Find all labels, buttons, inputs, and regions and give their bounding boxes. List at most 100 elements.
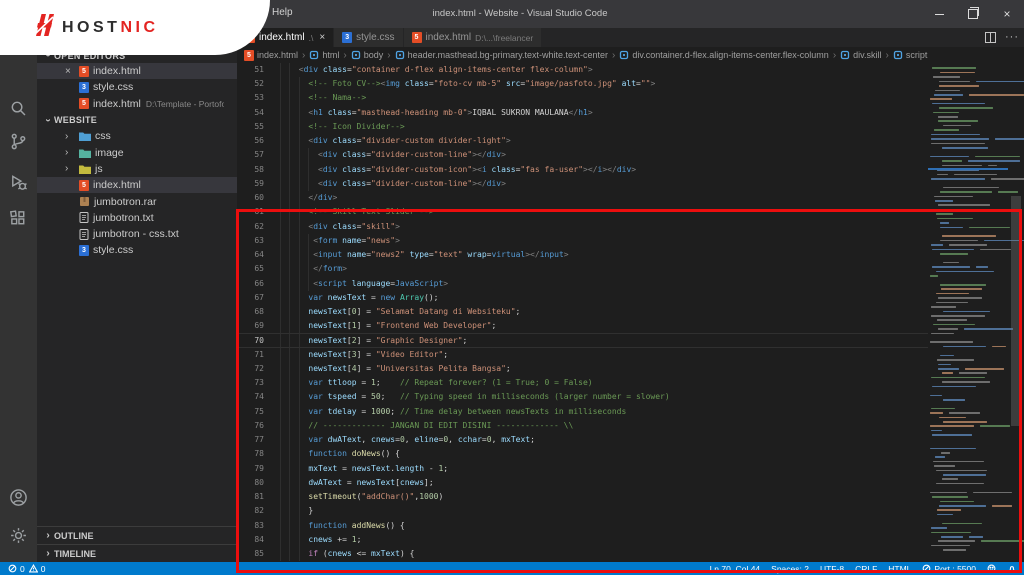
code-line-70[interactable]: 70 newsText[2] = "Graphic Designer"; xyxy=(237,333,928,348)
code-line-79[interactable]: 79 mxText = newsText.length - 1; xyxy=(237,461,928,476)
code-text: <div class="divider-custom-icon"><i clas… xyxy=(318,164,637,174)
code-line-83[interactable]: 83 function addNews() { xyxy=(237,518,928,533)
breadcrumb-item-div.skill[interactable]: div.skill xyxy=(840,50,882,60)
tab-index.html[interactable]: 5 index.html D:\...\freelancer xyxy=(403,28,543,47)
symbol-icon xyxy=(309,50,319,60)
outline-section-header[interactable]: › OUTLINE xyxy=(37,526,237,544)
code-line-65[interactable]: 65 </form> xyxy=(237,262,928,277)
status-bell[interactable] xyxy=(1007,564,1016,573)
restore-button[interactable] xyxy=(956,0,990,28)
code-line-69[interactable]: 69 newsText[1] = "Frontend Web Developer"… xyxy=(237,319,928,334)
file-item-jumbotron - css.txt[interactable]: jumbotron - css.txt xyxy=(37,226,237,242)
search-icon[interactable] xyxy=(9,99,28,118)
code-line-68[interactable]: 68 newsText[0] = "Selamat Datang di Websi… xyxy=(237,304,928,320)
breadcrumb-item-body[interactable]: body xyxy=(351,50,383,60)
code-line-60[interactable]: 60 </div> xyxy=(237,191,928,206)
code-line-56[interactable]: 56 <div class="divider-custom divider-lig… xyxy=(237,134,928,149)
settings-icon[interactable] xyxy=(9,526,28,545)
code-line-57[interactable]: 57 <div class="divider-custom-line"></div… xyxy=(237,148,928,163)
code-line-67[interactable]: 67 var newsText = new Array(); xyxy=(237,290,928,305)
status-crlf[interactable]: CRLF xyxy=(855,564,877,574)
status-ln-70-col-44[interactable]: Ln 70, Col 44 xyxy=(710,564,761,574)
status-feedback[interactable] xyxy=(987,564,996,573)
code-line-52[interactable]: 52 <!-- Foto CV--><img class="foto-cv mb-… xyxy=(237,77,928,92)
chevron-right-icon[interactable]: › xyxy=(65,131,79,142)
menu-help[interactable]: Help xyxy=(272,7,293,18)
code-line-72[interactable]: 72 newsText[4] = "Universitas Pelita Bang… xyxy=(237,361,928,377)
code-text: var tspeed = 50; // Typing speed in mill… xyxy=(308,392,670,402)
status-utf-8[interactable]: UTF-8 xyxy=(820,564,844,574)
file-item-style.css[interactable]: 3 style.css xyxy=(37,242,237,258)
code-line-61[interactable]: 61 <!-- Skill Text Slider --> xyxy=(237,205,928,220)
website-folder-header[interactable]: › WEBSITE xyxy=(37,112,237,128)
split-editor-button[interactable] xyxy=(985,32,996,43)
port-icon xyxy=(922,564,931,573)
code-line-51[interactable]: 51 <div class="container d-flex align-ite… xyxy=(237,63,928,78)
code-line-80[interactable]: 80 dwAText = newsText[cnews]; xyxy=(237,475,928,491)
code-line-63[interactable]: 63 <form name="news"> xyxy=(237,233,928,249)
tab-close-icon[interactable]: × xyxy=(319,32,325,43)
code-line-58[interactable]: 58 <div class="divider-custom-icon"><i cl… xyxy=(237,162,928,177)
code-line-59[interactable]: 59 <div class="divider-custom-line"></div… xyxy=(237,176,928,192)
code-text: mxText = newsText.length - 1; xyxy=(308,463,449,473)
file-item-css[interactable]: › css xyxy=(37,128,237,144)
file-item-jumbotron.txt[interactable]: jumbotron.txt xyxy=(37,210,237,226)
minimap[interactable] xyxy=(928,63,1024,562)
problems-warnings[interactable]: 0 xyxy=(28,564,45,574)
extensions-icon[interactable] xyxy=(9,209,28,228)
code-line-73[interactable]: 73 var ttloop = 1; // Repeat forever? (1 … xyxy=(237,376,928,391)
breadcrumb-item-script[interactable]: script xyxy=(893,50,927,60)
code-line-82[interactable]: 82} xyxy=(237,504,928,519)
code-line-85[interactable]: 85 if (cnews <= mxText) { xyxy=(237,546,928,562)
indent-guide xyxy=(279,162,281,177)
status-port-5500[interactable]: Port : 5500 xyxy=(922,564,976,574)
code-line-53[interactable]: 53 <!-- Nama--> xyxy=(237,91,928,106)
scrollbar-thumb[interactable] xyxy=(1011,196,1021,426)
breadcrumb-item-html[interactable]: html xyxy=(309,50,339,60)
account-icon[interactable] xyxy=(9,488,28,507)
file-item-index.html[interactable]: 5 index.html xyxy=(37,177,237,194)
code-line-81[interactable]: 81 setTimeout("addChar()",1000) xyxy=(237,490,928,505)
html-icon: 5 xyxy=(79,65,89,77)
chevron-right-icon[interactable]: › xyxy=(65,147,79,158)
code-editor[interactable]: 51 <div class="container d-flex align-ite… xyxy=(237,63,1024,562)
code-line-84[interactable]: 84 cnews += 1; xyxy=(237,532,928,547)
code-line-54[interactable]: 54 <h1 class="masthead-heading mb-0">IQBA… xyxy=(237,105,928,120)
breadcrumb-item-header.masthead.bg-primary.text-white.text-center[interactable]: header.masthead.bg-primary.text-white.te… xyxy=(395,50,608,60)
breadcrumb-item-index.html[interactable]: 5 index.html xyxy=(244,49,298,61)
code-line-75[interactable]: 75 var tdelay = 1000; // Time delay betwe… xyxy=(237,404,928,419)
code-text: function doNews() { xyxy=(308,449,400,459)
breadcrumb-item-div.container.d-flex.align-items-center.flex-column[interactable]: div.container.d-flex.align-items-center.… xyxy=(619,50,829,60)
file-item-jumbotron.rar[interactable]: jumbotron.rar xyxy=(37,193,237,209)
minimap-code-segment xyxy=(936,292,969,295)
file-item-js[interactable]: › js xyxy=(37,161,237,177)
status-spaces-2[interactable]: Spaces: 2 xyxy=(771,564,809,574)
open-editor-index.html[interactable]: 5 index.html D:\Template - Portofolio... xyxy=(37,96,237,112)
more-actions-button[interactable]: ··· xyxy=(1005,32,1019,43)
source-control-icon[interactable] xyxy=(9,132,28,151)
indent-guide xyxy=(279,361,281,377)
error-icon xyxy=(8,564,17,573)
file-item-image[interactable]: › image xyxy=(37,144,237,160)
status-html[interactable]: HTML xyxy=(888,564,911,574)
chevron-right-icon[interactable]: › xyxy=(65,163,79,174)
open-editor-style.css[interactable]: 3 style.css xyxy=(37,79,237,95)
code-line-66[interactable]: 66 <script language=JavaScript> xyxy=(237,276,928,291)
minimize-button[interactable] xyxy=(922,0,956,28)
close-button[interactable]: × xyxy=(990,0,1024,28)
close-editor-icon[interactable]: × xyxy=(65,66,79,77)
code-line-64[interactable]: 64 <input name="news2" type="text" wrap=v… xyxy=(237,248,928,263)
timeline-section-header[interactable]: › TIMELINE xyxy=(37,544,237,562)
code-line-77[interactable]: 77 var dwAText, cnews=0, eline=0, cchar=0… xyxy=(237,433,928,448)
code-line-71[interactable]: 71 newsText[3] = "Video Editor"; xyxy=(237,347,928,362)
code-line-62[interactable]: 62 <div class="skill"> xyxy=(237,219,928,234)
indent-guide xyxy=(289,276,291,291)
run-debug-icon[interactable] xyxy=(9,173,28,192)
code-line-76[interactable]: 76 // ------------- JANGAN DI EDIT DISINI… xyxy=(237,418,928,434)
problems-errors[interactable]: 0 xyxy=(8,564,25,574)
open-editor-index.html[interactable]: × 5 index.html xyxy=(37,63,237,80)
code-line-78[interactable]: 78 function doNews() { xyxy=(237,447,928,462)
code-line-74[interactable]: 74 var tspeed = 50; // Typing speed in mi… xyxy=(237,390,928,405)
code-line-55[interactable]: 55 <!-- Icon Divider--> xyxy=(237,119,928,135)
tab-style.css[interactable]: 3 style.css xyxy=(334,28,404,47)
